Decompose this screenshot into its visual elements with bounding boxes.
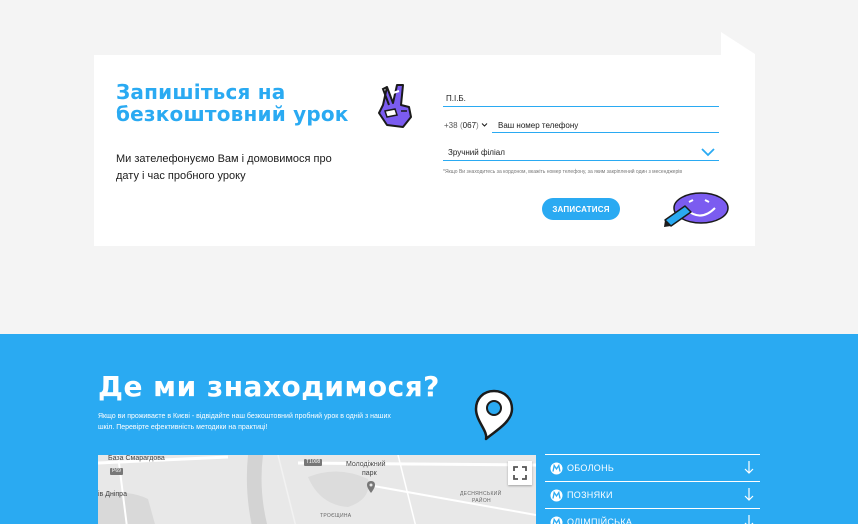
map-label-desnianskyi-2: РАЙОН [472, 498, 491, 504]
peace-hand-icon [378, 84, 412, 128]
metro-icon [550, 489, 563, 502]
arrow-down-icon [744, 461, 754, 474]
map-pin-icon [474, 389, 514, 441]
map-label-dnipro: ів Дніпра [98, 491, 127, 498]
full-name-input[interactable] [443, 91, 719, 107]
branch-select-value: Зручний філіал [448, 148, 505, 157]
chevron-down-icon [701, 148, 715, 157]
signup-description: Ми зателефонуємо Вам і домовимося про да… [116, 153, 332, 182]
road-badge-p69: Р69 [110, 468, 123, 475]
metro-item-label: ПОЗНЯКИ [567, 490, 613, 500]
park-marker-icon [367, 481, 375, 493]
signup-title-line-2: безкоштовний урок [116, 102, 349, 126]
fullscreen-icon [513, 466, 527, 480]
map-label-young-park: Молодіжний [346, 461, 386, 468]
chevron-down-icon[interactable] [481, 122, 488, 128]
metro-icon [550, 462, 563, 475]
smiley-pencil-icon [664, 192, 729, 227]
arrow-down-icon [744, 515, 754, 524]
metro-item[interactable]: ОБОЛОНЬ [545, 454, 760, 481]
arrow-down-icon [744, 488, 754, 501]
map-fullscreen-button[interactable] [508, 461, 532, 485]
map-label-troieshchyna: ТРОЄЩИНА [320, 513, 352, 519]
location-title: Де ми знаходимося? [98, 370, 440, 403]
phone-hint: *Якщо Ви знаходитесь за кордоном, вкажіт… [443, 169, 682, 175]
metro-item[interactable]: ОЛІМПІЙСЬКА [545, 508, 760, 524]
map-label-emerald-base: База Смарагдова [108, 455, 165, 462]
card-fold-corner [721, 32, 755, 62]
map-label-desnianskyi: ДЕСНЯНСЬКИЙ [460, 491, 502, 497]
branch-select[interactable]: Зручний філіал [443, 145, 719, 161]
map[interactable]: База Смарагдова Р69 Т1008 ів Дніпра Моло… [98, 455, 536, 524]
metro-item-label: ОЛІМПІЙСЬКА [567, 517, 633, 524]
road-badge-t1008: Т1008 [304, 459, 323, 466]
map-label-young-park-2: парк [362, 470, 377, 477]
submit-button[interactable]: ЗАПИСАТИСЯ [542, 198, 620, 220]
phone-operator-value: 067 [462, 121, 477, 130]
location-description: Якщо ви проживаєте в Києві - відвідайте … [98, 413, 391, 431]
metro-item-label: ОБОЛОНЬ [567, 463, 615, 473]
metro-item[interactable]: ПОЗНЯКИ [545, 481, 760, 508]
signup-title: Запишіться на безкоштовний урок [116, 81, 376, 125]
phone-input[interactable] [492, 118, 719, 133]
metro-icon [550, 516, 563, 524]
phone-operator-code[interactable]: (067) [460, 121, 479, 130]
signup-title-line-1: Запишіться на [116, 80, 286, 104]
location-section: Де ми знаходимося? Якщо ви проживаєте в … [0, 334, 858, 524]
phone-country-code[interactable]: +38 [444, 121, 458, 130]
metro-list: ОБОЛОНЬ ПОЗНЯКИ ОЛІМПІЙСЬКА [545, 454, 760, 524]
